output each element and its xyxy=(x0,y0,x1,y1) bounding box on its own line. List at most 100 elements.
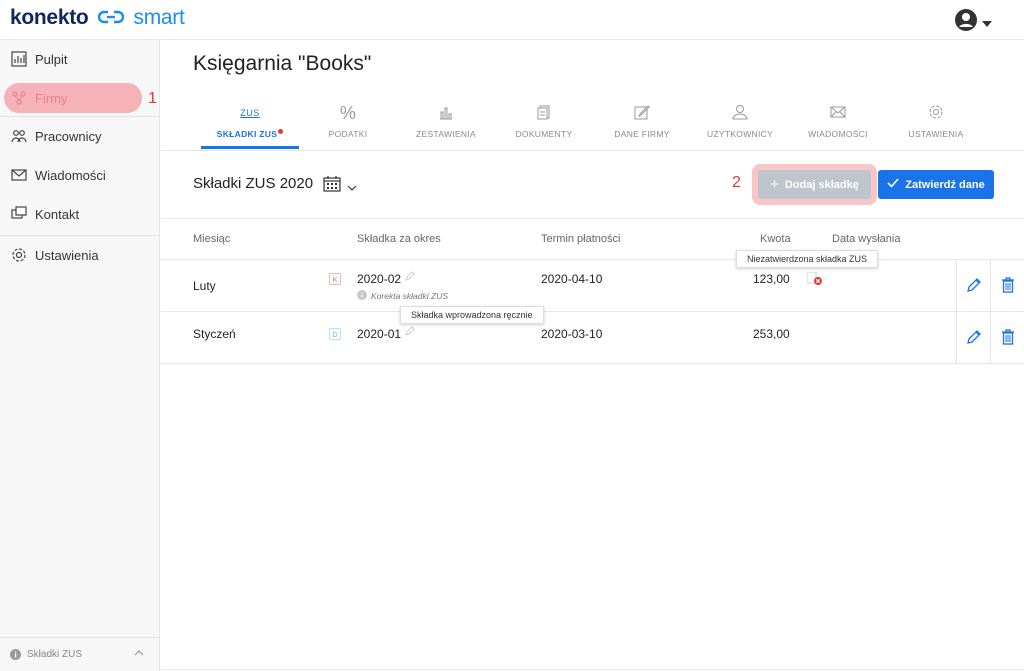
zus-icon: ZUS xyxy=(240,108,260,118)
sidebar-item-label: Pulpit xyxy=(35,51,68,67)
divider xyxy=(161,669,1024,670)
tab-dokumenty[interactable]: DOKUMENTY xyxy=(495,96,593,151)
tab-label: USTAWIENIA xyxy=(908,129,964,139)
tab-label: SKŁADKI ZUS xyxy=(216,129,278,139)
sidebar-item-label: Kontakt xyxy=(35,206,80,222)
period-cell: 2020-02 xyxy=(357,272,402,286)
confirm-data-button[interactable]: Zatwierdź dane xyxy=(878,170,994,199)
tab-label: PODATKI xyxy=(328,129,368,139)
link-icon xyxy=(97,6,125,30)
trash-icon xyxy=(1001,328,1015,348)
edit-button[interactable] xyxy=(956,312,990,364)
sidebar-item-label: Pracownicy xyxy=(35,128,102,144)
sidebar-item-pulpit[interactable]: Pulpit xyxy=(0,40,160,78)
sidebar-item-ustawienia[interactable]: Ustawienia xyxy=(0,236,160,274)
pencil-icon xyxy=(405,325,415,339)
tab-skladki-zus[interactable]: ZUS SKŁADKI ZUS xyxy=(201,96,299,151)
delete-button[interactable] xyxy=(990,260,1024,312)
column-header: Termin płatności xyxy=(541,233,621,245)
top-bar: konekto smart xyxy=(0,0,1024,40)
brand-name-primary: konekto xyxy=(10,6,89,29)
tab-ustawienia[interactable]: USTAWIENIA xyxy=(887,96,985,151)
step-marker-1: 1 xyxy=(148,90,157,107)
period-cell: 2020-01 xyxy=(357,327,402,341)
amount-cell: 123,00 xyxy=(753,272,790,286)
due-date-cell: 2020-03-10 xyxy=(541,327,603,341)
chevron-down-icon xyxy=(982,14,992,32)
sidebar-item-pracownicy[interactable]: Pracownicy xyxy=(0,117,160,155)
tab-wiadomosci[interactable]: WIADOMOŚCI xyxy=(789,96,887,151)
amount-cell: 253,00 xyxy=(753,327,790,341)
pencil-icon xyxy=(966,277,982,296)
gear-icon xyxy=(928,104,944,122)
user-avatar-icon xyxy=(954,8,978,37)
bar-chart-icon xyxy=(438,104,454,122)
sidebar-item-kontakt[interactable]: Kontakt xyxy=(0,195,160,233)
month-cell: Styczeń xyxy=(193,327,236,341)
tab-label: WIADOMOŚCI xyxy=(808,129,868,139)
tab-bar: ZUS SKŁADKI ZUS % PODATKI ZESTAWIENIA DO… xyxy=(161,96,1024,151)
sidebar-item-firmy[interactable]: Firmy xyxy=(4,83,142,113)
sidebar-item-label: Ustawienia xyxy=(35,247,99,263)
info-icon xyxy=(10,649,21,660)
calendar-icon xyxy=(323,176,341,197)
edit-icon xyxy=(634,104,650,122)
checkmark-icon xyxy=(887,178,899,191)
sidebar: Pulpit Firmy 1 Pracownicy Wiadomości Kon… xyxy=(0,40,160,671)
declaration-badge: D xyxy=(329,328,341,340)
user-menu[interactable] xyxy=(954,8,992,37)
tab-dane-firmy[interactable]: DANE FIRMY xyxy=(593,96,691,151)
tab-label: ZESTAWIENIA xyxy=(416,129,476,139)
step-marker-2: 2 xyxy=(732,174,741,191)
add-button-label: Dodaj składkę xyxy=(784,178,859,191)
column-header: Data wysłania xyxy=(832,233,901,245)
tab-label: UŻYTKOWNICY xyxy=(706,129,774,139)
info-icon xyxy=(357,290,367,302)
tab-zestawienia[interactable]: ZESTAWIENIA xyxy=(397,96,495,151)
month-cell: Luty xyxy=(193,279,216,293)
year-picker[interactable] xyxy=(323,176,357,197)
sidebar-footer[interactable]: Składki ZUS xyxy=(0,637,160,671)
add-contribution-button[interactable]: + Dodaj składkę xyxy=(758,170,871,199)
user-icon xyxy=(732,104,748,122)
tab-uzytkownicy[interactable]: UŻYTKOWNICY xyxy=(691,96,789,151)
mail-icon xyxy=(830,105,846,121)
sidebar-item-label: Firmy xyxy=(35,90,68,106)
column-header: Składka za okres xyxy=(357,233,441,245)
pencil-icon xyxy=(966,329,982,348)
column-header: Kwota xyxy=(760,233,791,245)
unconfirmed-tooltip: Niezatwierdzona składka ZUS xyxy=(736,250,879,268)
sidebar-footer-label: Składki ZUS xyxy=(27,649,83,660)
mail-icon xyxy=(10,166,28,184)
edit-button[interactable] xyxy=(956,260,990,312)
percent-icon: % xyxy=(339,102,357,123)
brand-logo[interactable]: konekto smart xyxy=(10,6,185,30)
correction-badge: K xyxy=(329,273,341,285)
page-title: Księgarnia "Books" xyxy=(193,52,372,75)
delete-button[interactable] xyxy=(990,312,1024,364)
dashboard-icon xyxy=(10,50,28,68)
sidebar-item-label: Wiadomości xyxy=(35,167,106,183)
manual-entry-tooltip: Składka wprowadzona ręcznie xyxy=(400,306,544,324)
unconfirmed-status-icon[interactable] xyxy=(806,271,823,289)
table-row: Styczeń D 2020-01 2020-03-10 253,00 xyxy=(161,312,1024,364)
pencil-icon xyxy=(405,270,415,284)
note-text: Korekta składki ZUS xyxy=(371,291,448,301)
tab-label: DANE FIRMY xyxy=(614,129,670,139)
due-date-cell: 2020-04-10 xyxy=(541,272,603,286)
documents-icon xyxy=(536,104,552,122)
brand-name-secondary: smart xyxy=(133,6,185,29)
contact-icon xyxy=(10,205,28,223)
trash-icon xyxy=(1001,276,1015,296)
plus-icon: + xyxy=(770,176,779,193)
chevron-up-icon[interactable] xyxy=(134,648,144,659)
confirm-button-label: Zatwierdź dane xyxy=(905,178,985,191)
correction-note: Korekta składki ZUS xyxy=(357,290,448,302)
tab-podatki[interactable]: % PODATKI xyxy=(299,96,397,151)
notification-dot xyxy=(278,129,284,134)
section-title: Składki ZUS 2020 xyxy=(193,175,314,192)
table-header: Miesiąc Składka za okres Termin płatnośc… xyxy=(161,218,1024,260)
chevron-down-icon xyxy=(347,178,357,196)
employees-icon xyxy=(10,127,28,145)
sidebar-item-wiadomosci[interactable]: Wiadomości xyxy=(0,156,160,194)
